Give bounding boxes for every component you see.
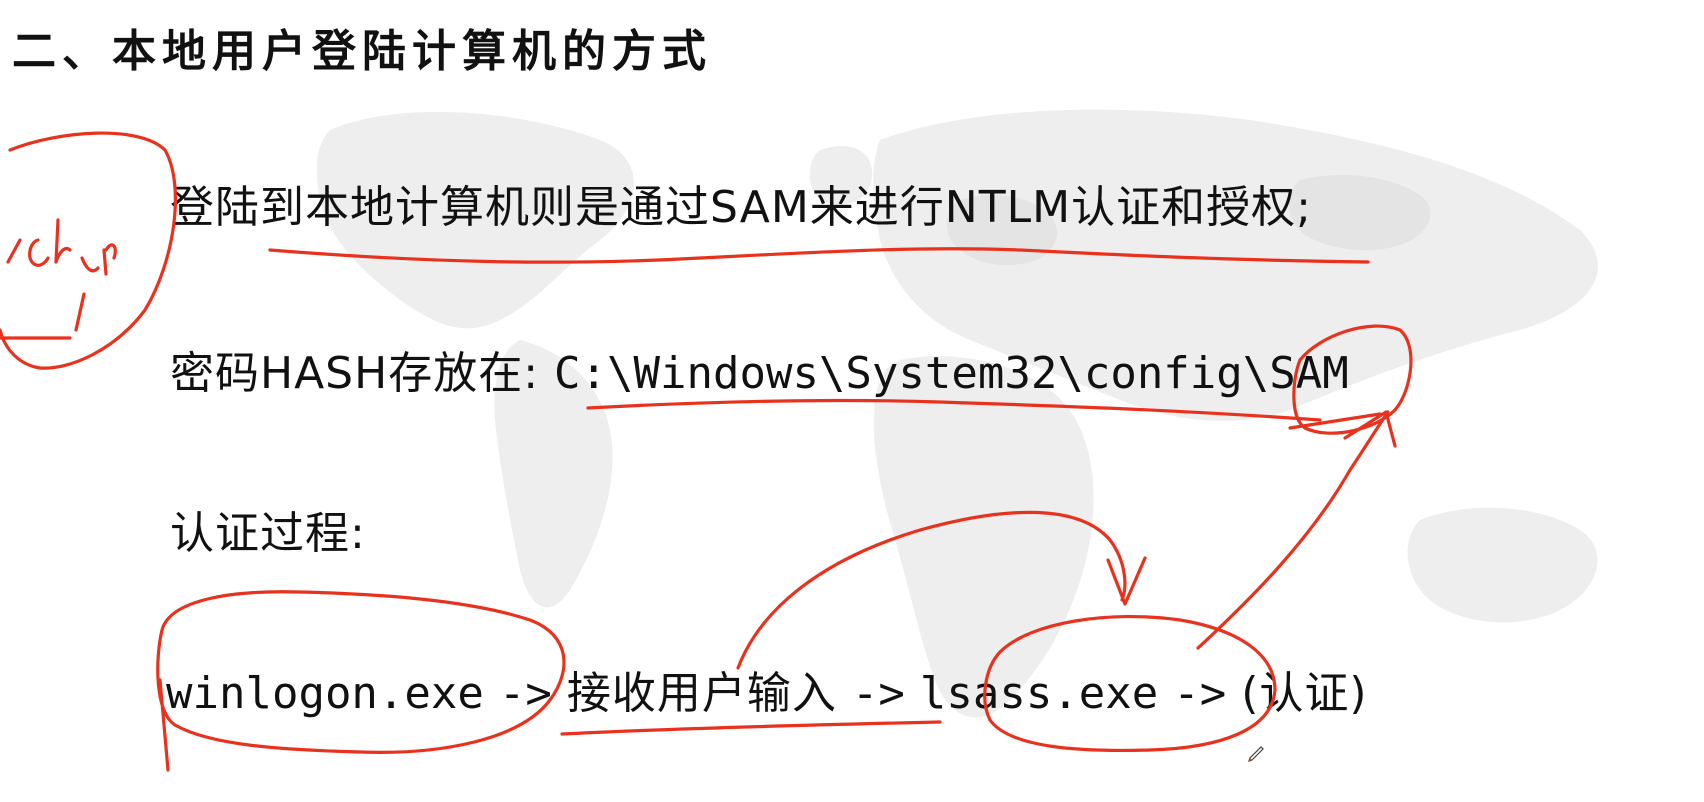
sam-path: C:\Windows\System32\config\SAM	[554, 348, 1349, 399]
flow-arrow: ->	[498, 668, 552, 719]
flow-step-lsass: lsass.exe	[919, 668, 1159, 719]
flow-arrow: ->	[1173, 668, 1227, 719]
slide: 二、本地用户登陆计算机的方式 登陆到本地计算机则是通过SAM来进行NTLM认证和…	[0, 0, 1704, 802]
flow-step-winlogon: winlogon.exe	[166, 668, 484, 719]
pen-cursor-icon	[1248, 746, 1264, 762]
flow-step-user-input: 接收用户输入	[566, 668, 837, 719]
flow-arrow: ->	[851, 668, 905, 719]
auth-flow-line: winlogon.exe -> 接收用户输入 -> lsass.exe -> (…	[166, 672, 1368, 716]
slide-title: 二、本地用户登陆计算机的方式	[12, 26, 712, 77]
hash-location-label: 密码HASH存放在:	[170, 348, 540, 399]
auth-process-heading: 认证过程:	[170, 508, 366, 559]
ntlm-sam-line: 登陆到本地计算机则是通过SAM来进行NTLM认证和授权;	[170, 182, 1312, 233]
flow-step-auth: (认证)	[1241, 668, 1368, 719]
hash-location-line: 密码HASH存放在: C:\Windows\System32\config\SA…	[170, 352, 1349, 396]
